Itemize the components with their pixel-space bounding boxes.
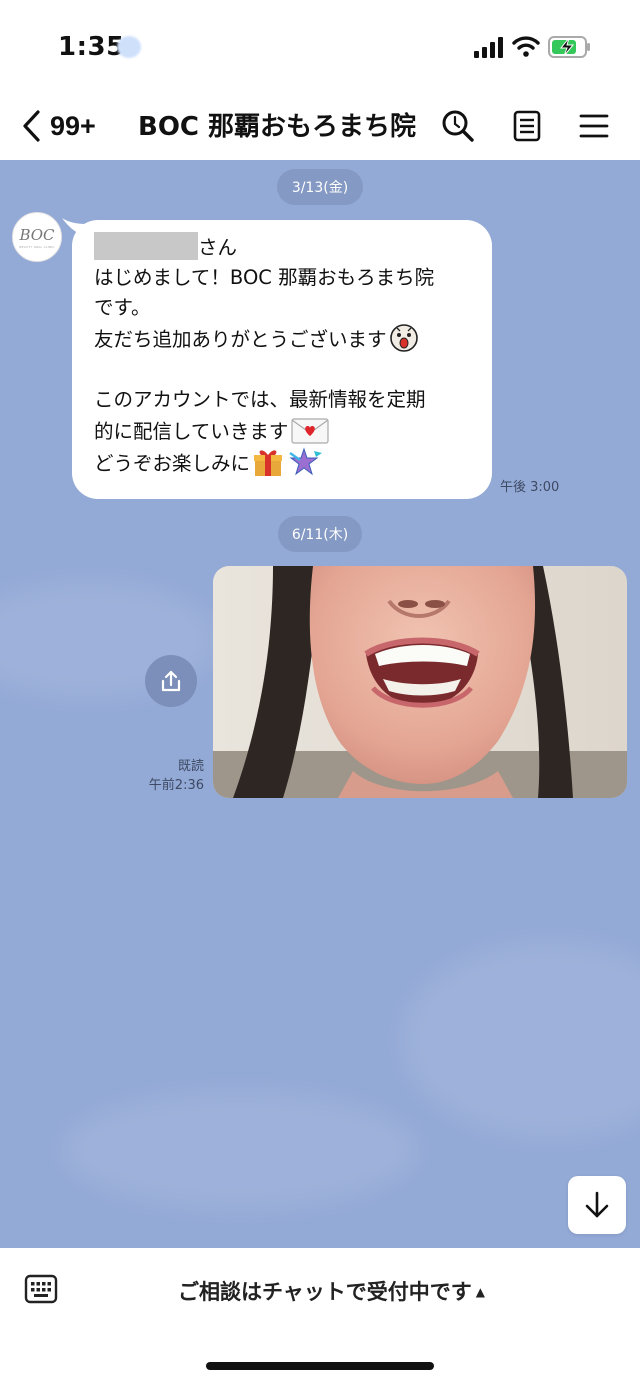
photo-message[interactable] <box>213 566 627 798</box>
share-icon <box>161 670 181 692</box>
avatar-monogram: BOC <box>19 225 55 244</box>
search-button[interactable] <box>438 106 478 146</box>
message-text: はじめまして！BOC 那覇おもろまち院 <box>94 266 435 289</box>
unread-count: 99+ <box>50 110 96 141</box>
notes-icon <box>513 110 541 142</box>
background-cloud <box>400 940 640 1140</box>
consult-text: ご相談はチャットで受付中です <box>178 1280 472 1304</box>
back-button[interactable]: 99+ <box>20 106 130 146</box>
chevron-left-icon <box>23 110 40 142</box>
battery-charging-icon <box>548 36 590 58</box>
location-icon <box>117 36 141 58</box>
message-text: どうぞお楽しみに <box>94 452 251 475</box>
menu-icon <box>579 114 609 138</box>
wifi-icon <box>512 36 540 57</box>
share-button[interactable] <box>145 655 197 707</box>
avatar-caption: BEAUTY ORAL CLINIC <box>19 244 55 249</box>
date-divider: 6/11(木) <box>278 516 362 552</box>
arrow-down-icon <box>585 1191 609 1218</box>
gift-icon <box>254 450 283 476</box>
caret-up-icon: ▲ <box>475 1285 486 1299</box>
scroll-down-button[interactable] <box>568 1176 626 1234</box>
consult-menu-toggle[interactable]: ご相談はチャットで受付中です ▲ <box>178 1276 485 1306</box>
status-time: 1:35 <box>58 32 125 62</box>
background-cloud <box>60 1090 420 1210</box>
love-letter-icon <box>291 418 330 444</box>
character-sticker-icon <box>389 324 418 352</box>
avatar[interactable]: BOC BEAUTY ORAL CLINIC <box>12 212 62 262</box>
read-label: 既読 <box>177 759 204 774</box>
chat-title: BOC 那覇おもろまち院 <box>138 112 417 142</box>
keyboard-icon[interactable] <box>24 1272 58 1306</box>
bottom-bar: ご相談はチャットで受付中です ▲ <box>0 1248 640 1387</box>
message-text: 的に配信していきます <box>94 420 289 443</box>
message-text: さん <box>198 236 238 259</box>
home-indicator <box>206 1362 434 1370</box>
message-text: です。 <box>94 296 151 319</box>
chat-header: 99+ BOC 那覇おもろまち院 <box>0 92 640 160</box>
date-divider: 3/13(金) <box>277 169 363 205</box>
menu-button[interactable] <box>574 106 614 146</box>
message-bubble[interactable]: さん はじめまして！BOC 那覇おもろまち院 です。 友だち追加ありがとうござい… <box>72 220 492 499</box>
search-icon <box>442 110 474 142</box>
redacted-name <box>94 232 198 260</box>
notes-button[interactable] <box>507 106 547 146</box>
signal-icon <box>474 37 503 58</box>
message-text: このアカウントでは、最新情報を定期 <box>94 388 426 411</box>
read-receipt: 既読 午前2:36 <box>149 757 204 795</box>
status-bar: 1:35 <box>0 0 640 92</box>
message-time: 午後 3:00 <box>500 480 560 495</box>
photo-time: 午前2:36 <box>148 778 204 793</box>
chat-area[interactable]: 3/13(金) BOC BEAUTY ORAL CLINIC さん はじめまして… <box>0 160 640 1248</box>
message-text: 友だち追加ありがとうございます <box>94 328 387 351</box>
shooting-star-icon <box>289 447 323 476</box>
